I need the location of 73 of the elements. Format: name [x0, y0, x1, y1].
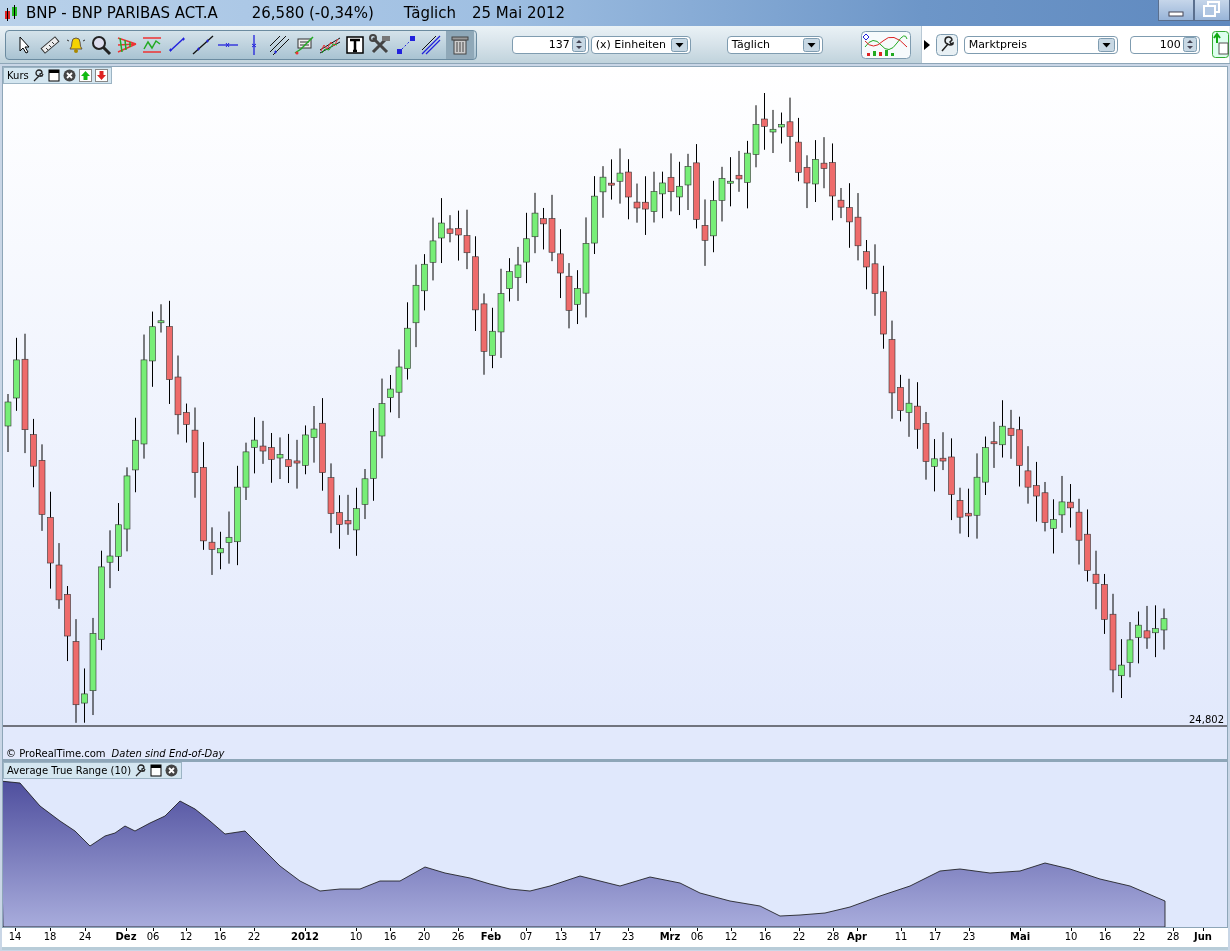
amount-field[interactable]: 100: [1129, 35, 1200, 54]
axis-label: Feb: [480, 931, 502, 942]
axis-label: 17: [928, 931, 942, 942]
axis-label: 10: [1064, 931, 1078, 942]
axis-label: 06: [690, 931, 704, 942]
window-icon[interactable]: [47, 69, 60, 82]
units-dropdown[interactable]: (x) Einheiten: [590, 35, 691, 54]
axis-label: Mai: [1009, 931, 1031, 942]
trash-icon[interactable]: [445, 30, 474, 59]
axis-label: 2012: [291, 931, 319, 942]
axis-label: 28: [826, 931, 840, 942]
move-down-icon[interactable]: [94, 69, 108, 82]
axis-label: 17: [588, 931, 602, 942]
tools-icon[interactable]: [369, 33, 392, 56]
price-type-dropdown[interactable]: Marktpreis: [963, 35, 1118, 54]
caret-icon[interactable]: [802, 37, 820, 52]
parallel-lines-icon[interactable]: [267, 33, 290, 56]
expand-arrow-icon[interactable]: [923, 39, 930, 50]
axis-label: 22: [1132, 931, 1146, 942]
axis-label: 23: [621, 931, 635, 942]
caret-icon[interactable]: [1097, 37, 1115, 52]
text-tool-icon[interactable]: [344, 33, 367, 56]
app-icon: [4, 4, 18, 22]
axis-label: 24: [78, 931, 92, 942]
axis-label: Dez: [115, 931, 137, 942]
axis-label: 18: [43, 931, 57, 942]
axis-label: 11: [894, 931, 908, 942]
axis-label: 22: [247, 931, 261, 942]
axis-label: Apr: [847, 931, 867, 942]
copyright-text: © ProRealTime.com: [6, 748, 106, 759]
close-icon[interactable]: [165, 764, 179, 777]
axis-label: 16: [383, 931, 397, 942]
axis-label: 13: [554, 931, 568, 942]
minimize-icon[interactable]: [1158, 0, 1194, 21]
last-price-label: 24,802: [1189, 714, 1224, 725]
axis-label: 06: [146, 931, 160, 942]
close-icon[interactable]: [62, 69, 76, 82]
date-label: 25 Mai 2012: [472, 4, 566, 22]
axis-label: 28: [1166, 931, 1180, 942]
line-icon[interactable]: [191, 33, 214, 56]
axis-label: 22: [792, 931, 806, 942]
price-change: 26,580 (-0,34%): [251, 4, 374, 22]
axis-label: 10: [349, 931, 363, 942]
axis-label: 07: [519, 931, 533, 942]
axis-label: 16: [213, 931, 227, 942]
axis-label: Jun: [1194, 931, 1212, 942]
spinner-icon[interactable]: [1182, 37, 1197, 52]
axis-label: 14: [8, 931, 22, 942]
axis-label: 26: [451, 931, 465, 942]
caret-icon[interactable]: [670, 37, 688, 52]
search-icon[interactable]: [90, 33, 113, 56]
axis-label: 20: [417, 931, 431, 942]
period-dropdown[interactable]: Täglich: [726, 35, 823, 54]
units-field[interactable]: 137: [511, 35, 589, 54]
export-icon[interactable]: [1211, 31, 1229, 58]
window-title: BNP - BNP PARIBAS ACT.A: [26, 4, 218, 22]
axis-label: 16: [1098, 931, 1112, 942]
panel-label: Kurs: [7, 70, 29, 81]
data-note: Daten sind End-of-Day: [111, 748, 225, 759]
restore-icon[interactable]: [1194, 0, 1230, 21]
panel-label: Average True Range (10): [7, 765, 132, 776]
axis-label: Mrz: [659, 931, 681, 942]
indicators-chart-icon[interactable]: [860, 30, 911, 59]
axis-label: 16: [758, 931, 772, 942]
axis-label: 12: [179, 931, 193, 942]
dots-line-icon[interactable]: [394, 33, 417, 56]
parallel-segments-icon[interactable]: [420, 33, 443, 56]
spinner-icon[interactable]: [571, 37, 586, 52]
window-icon[interactable]: [150, 764, 163, 777]
axis-label: 23: [962, 931, 976, 942]
settings-icon[interactable]: [935, 33, 958, 56]
axis-label: 12: [724, 931, 738, 942]
interval-label: Täglich: [403, 4, 456, 22]
